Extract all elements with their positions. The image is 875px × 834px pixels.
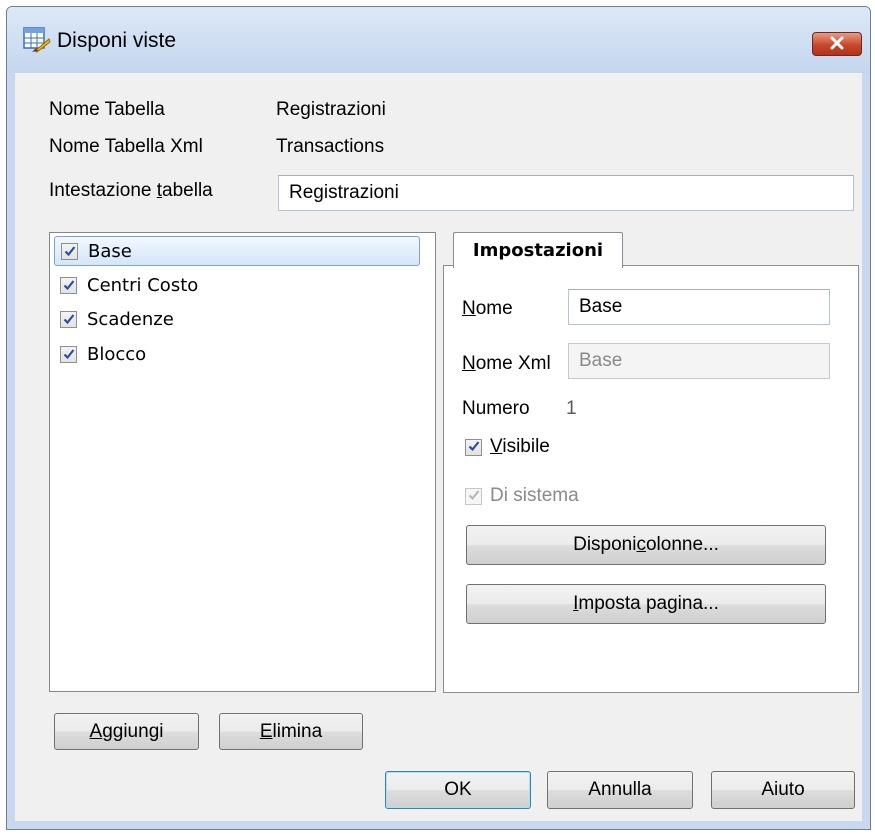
tab-settings[interactable]: Impostazioni — [453, 232, 623, 268]
window-title: Disponi viste — [57, 29, 177, 52]
visible-checkbox[interactable] — [465, 436, 482, 458]
view-checkbox[interactable] — [61, 241, 78, 262]
add-button[interactable]: Aggiungi — [54, 713, 199, 750]
check-mark-icon — [63, 344, 75, 365]
arrange-columns-button[interactable]: Disponi c olonne... — [466, 525, 826, 565]
list-item[interactable]: Scadenze — [54, 304, 420, 334]
dialog-body: Nome Tabella Registrazioni Nome Tabella … — [15, 73, 862, 821]
page-setup-button[interactable]: Imposta pagina... — [466, 584, 826, 624]
help-button[interactable]: Aiuto — [711, 771, 855, 809]
table-header-label: Intestazione tabella — [49, 180, 213, 201]
list-item[interactable]: Centri Costo — [54, 270, 420, 300]
title-bar[interactable]: Disponi viste — [7, 7, 870, 73]
number-value: 1 — [566, 398, 577, 419]
check-mark-icon — [63, 275, 75, 296]
delete-button[interactable]: Elimina — [219, 713, 363, 750]
settings-panel — [443, 265, 859, 693]
dialog-window: Disponi viste Nome Tabella Registrazioni… — [6, 6, 871, 830]
visible-label: Visibile — [490, 436, 550, 457]
xml-table-name-label: Nome Tabella Xml — [49, 136, 203, 157]
list-item[interactable]: Blocco — [54, 339, 420, 369]
list-item[interactable]: Base — [54, 236, 420, 266]
system-checkbox-row: Di sistema — [465, 484, 579, 508]
visible-checkbox-row[interactable]: Visibile — [465, 435, 550, 459]
table-name-value: Registrazioni — [276, 99, 386, 120]
layout-view-icon — [23, 27, 51, 53]
check-mark-icon — [468, 485, 480, 507]
view-label: Base — [88, 240, 132, 262]
view-label: Blocco — [87, 343, 147, 365]
close-button[interactable] — [812, 32, 862, 56]
check-mark-icon — [468, 436, 480, 458]
ok-button[interactable]: OK — [385, 771, 531, 809]
xml-name-label: Nome Xml — [462, 353, 551, 374]
view-label: Scadenze — [87, 308, 174, 330]
xml-table-name-value: Transactions — [276, 136, 385, 157]
view-checkbox[interactable] — [60, 344, 77, 365]
name-label: Nome — [462, 298, 513, 319]
xml-name-input[interactable]: Base — [568, 343, 830, 379]
table-header-input[interactable]: Registrazioni — [278, 175, 854, 211]
cancel-button[interactable]: Annulla — [547, 771, 693, 809]
system-label: Di sistema — [490, 485, 579, 506]
view-checkbox[interactable] — [60, 275, 77, 296]
view-label: Centri Costo — [87, 274, 199, 296]
check-mark-icon — [63, 309, 75, 330]
name-input[interactable]: Base — [568, 289, 830, 325]
close-icon — [829, 35, 845, 54]
number-label: Numero — [462, 398, 530, 419]
views-list[interactable]: Base Centri Costo Scadenze Blocco — [49, 232, 436, 692]
check-mark-icon — [64, 241, 76, 262]
view-checkbox[interactable] — [60, 309, 77, 330]
table-name-label: Nome Tabella — [49, 99, 165, 120]
system-checkbox — [465, 485, 482, 507]
